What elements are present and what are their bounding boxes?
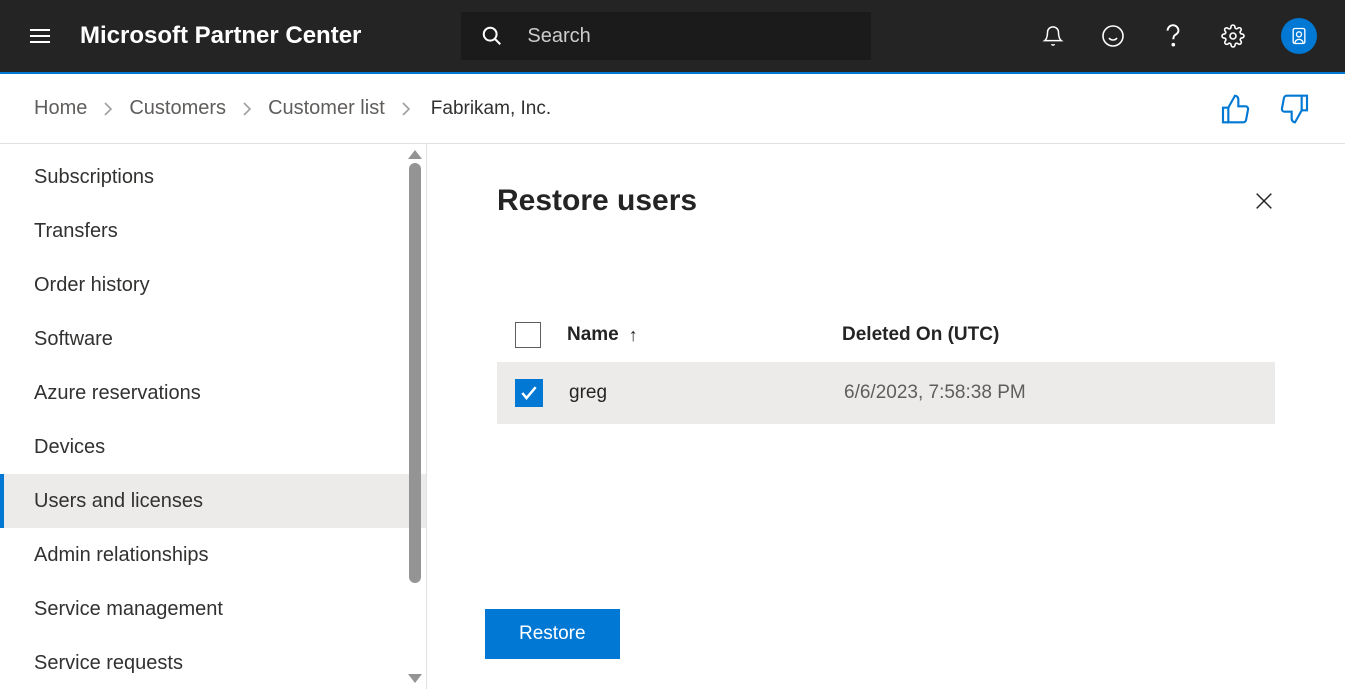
sidebar-item-order-history[interactable]: Order history (0, 258, 426, 312)
breadcrumb-customers[interactable]: Customers (129, 97, 226, 120)
scroll-thumb[interactable] (409, 163, 421, 583)
breadcrumb: Home Customers Customer list Fabrikam, I… (34, 97, 551, 120)
row-checkbox[interactable] (515, 379, 543, 407)
feedback-actions (1219, 93, 1311, 125)
sidebar-item-label: Subscriptions (34, 166, 154, 189)
breadcrumb-current: Fabrikam, Inc. (431, 98, 551, 120)
sidebar-item-label: Users and licenses (34, 490, 203, 513)
sidebar-item-label: Azure reservations (34, 382, 201, 405)
breadcrumb-bar: Home Customers Customer list Fabrikam, I… (0, 74, 1345, 144)
restore-button[interactable]: Restore (485, 609, 620, 659)
cell-deleted-on: 6/6/2023, 7:58:38 PM (844, 382, 1026, 404)
user-avatar[interactable] (1281, 18, 1317, 54)
thumbs-down-icon[interactable] (1279, 93, 1311, 125)
chevron-right-icon (103, 102, 113, 116)
column-name-label: Name (567, 324, 619, 346)
table: Name ↑ Deleted On (UTC) greg 6/6/2023, 7… (497, 308, 1275, 424)
main-panel: Restore users Name ↑ Deleted On (UTC) (427, 144, 1345, 689)
question-icon (1163, 23, 1183, 49)
sidebar: Subscriptions Transfers Order history So… (0, 144, 427, 689)
breadcrumb-customer-list[interactable]: Customer list (268, 97, 385, 120)
sidebar-item-azure-reservations[interactable]: Azure reservations (0, 366, 426, 420)
sidebar-item-subscriptions[interactable]: Subscriptions (0, 150, 426, 204)
sidebar-item-label: Order history (34, 274, 150, 297)
header-actions (1041, 18, 1329, 54)
help-button[interactable] (1161, 24, 1185, 48)
table-header: Name ↑ Deleted On (UTC) (497, 308, 1275, 362)
notifications-button[interactable] (1041, 24, 1065, 48)
feedback-button[interactable] (1101, 24, 1125, 48)
settings-button[interactable] (1221, 24, 1245, 48)
search-input[interactable] (527, 25, 851, 48)
sidebar-item-label: Service management (34, 598, 223, 621)
panel-title: Restore users (497, 184, 697, 218)
menu-button[interactable] (16, 12, 64, 60)
hamburger-icon (30, 29, 50, 43)
sort-up-icon: ↑ (629, 325, 638, 346)
scroll-up-icon (408, 150, 422, 159)
checkmark-icon (519, 383, 539, 403)
cell-name: greg (569, 382, 844, 404)
content: Subscriptions Transfers Order history So… (0, 144, 1345, 689)
app-header: Microsoft Partner Center (0, 0, 1345, 74)
column-deleted-on[interactable]: Deleted On (UTC) (842, 324, 999, 346)
person-icon (1289, 25, 1309, 47)
sidebar-items: Subscriptions Transfers Order history So… (0, 144, 426, 689)
chevron-right-icon (401, 102, 411, 116)
panel-header: Restore users (497, 184, 1275, 218)
sidebar-item-transfers[interactable]: Transfers (0, 204, 426, 258)
smile-icon (1101, 24, 1125, 48)
thumbs-up-icon[interactable] (1219, 93, 1251, 125)
table-row[interactable]: greg 6/6/2023, 7:58:38 PM (497, 362, 1275, 424)
gear-icon (1221, 24, 1245, 48)
sidebar-item-label: Transfers (34, 220, 118, 243)
sidebar-item-admin-relationships[interactable]: Admin relationships (0, 528, 426, 582)
sidebar-item-label: Admin relationships (34, 544, 209, 567)
scrollbar[interactable] (406, 144, 424, 689)
scroll-track (409, 163, 421, 670)
close-icon[interactable] (1253, 190, 1275, 212)
column-deleted-label: Deleted On (UTC) (842, 324, 999, 345)
sidebar-item-label: Devices (34, 436, 105, 459)
breadcrumb-home[interactable]: Home (34, 97, 87, 120)
scroll-down-icon (408, 674, 422, 683)
select-all-checkbox[interactable] (515, 322, 541, 348)
app-title: Microsoft Partner Center (80, 22, 361, 50)
sidebar-item-users-licenses[interactable]: Users and licenses (0, 474, 426, 528)
sidebar-item-service-requests[interactable]: Service requests (0, 636, 426, 689)
search-icon (481, 25, 503, 47)
sidebar-item-software[interactable]: Software (0, 312, 426, 366)
bell-icon (1042, 24, 1064, 48)
sidebar-item-label: Service requests (34, 652, 183, 675)
sidebar-item-label: Software (34, 328, 113, 351)
sidebar-item-devices[interactable]: Devices (0, 420, 426, 474)
column-name[interactable]: Name ↑ (567, 324, 842, 346)
sidebar-item-service-management[interactable]: Service management (0, 582, 426, 636)
search-container[interactable] (461, 12, 871, 60)
chevron-right-icon (242, 102, 252, 116)
